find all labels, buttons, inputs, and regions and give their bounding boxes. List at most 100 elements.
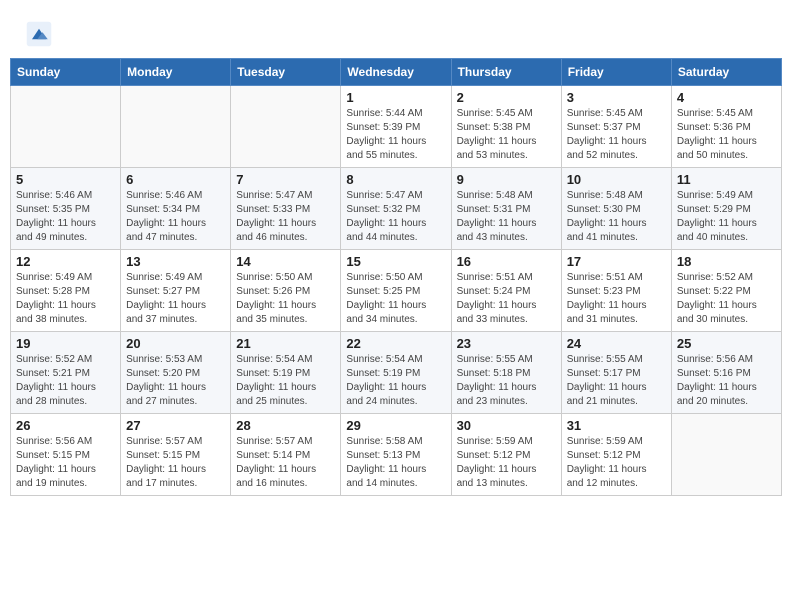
day-number: 11	[677, 172, 776, 187]
calendar-table: SundayMondayTuesdayWednesdayThursdayFrid…	[10, 58, 782, 496]
calendar-cell: 7 Sunrise: 5:47 AM Sunset: 5:33 PM Daylig…	[231, 168, 341, 250]
weekday-header: Monday	[121, 59, 231, 86]
day-info: Sunrise: 5:50 AM Sunset: 5:25 PM Dayligh…	[346, 271, 445, 327]
day-number: 31	[567, 418, 666, 433]
calendar-cell: 4 Sunrise: 5:45 AM Sunset: 5:36 PM Daylig…	[671, 86, 781, 168]
day-info: Sunrise: 5:46 AM Sunset: 5:35 PM Dayligh…	[16, 189, 115, 245]
calendar-cell: 23 Sunrise: 5:55 AM Sunset: 5:18 PM Dayli…	[451, 332, 561, 414]
calendar-cell: 21 Sunrise: 5:54 AM Sunset: 5:19 PM Dayli…	[231, 332, 341, 414]
day-number: 13	[126, 254, 225, 269]
calendar-cell: 3 Sunrise: 5:45 AM Sunset: 5:37 PM Daylig…	[561, 86, 671, 168]
calendar-cell	[671, 414, 781, 496]
day-info: Sunrise: 5:49 AM Sunset: 5:28 PM Dayligh…	[16, 271, 115, 327]
day-number: 26	[16, 418, 115, 433]
calendar-cell: 20Sunrise: 5:53 AM Sunset: 5:20 PM Dayli…	[121, 332, 231, 414]
day-number: 12	[16, 254, 115, 269]
day-number: 7	[236, 172, 335, 187]
calendar-cell: 16 Sunrise: 5:51 AM Sunset: 5:24 PM Dayli…	[451, 250, 561, 332]
calendar-cell: 28 Sunrise: 5:57 AM Sunset: 5:14 PM Dayli…	[231, 414, 341, 496]
calendar-cell: 1 Sunrise: 5:44 AM Sunset: 5:39 PM Daylig…	[341, 86, 451, 168]
day-info: Sunrise: 5:56 AM Sunset: 5:16 PM Dayligh…	[677, 353, 776, 409]
day-info: Sunrise: 5:59 AM Sunset: 5:12 PM Dayligh…	[457, 435, 556, 491]
day-info: Sunrise: 5:58 AM Sunset: 5:13 PM Dayligh…	[346, 435, 445, 491]
calendar-cell: 29 Sunrise: 5:58 AM Sunset: 5:13 PM Dayli…	[341, 414, 451, 496]
calendar-cell: 12 Sunrise: 5:49 AM Sunset: 5:28 PM Dayli…	[11, 250, 121, 332]
calendar-cell: 31 Sunrise: 5:59 AM Sunset: 5:12 PM Dayli…	[561, 414, 671, 496]
day-number: 24	[567, 336, 666, 351]
day-info: Sunrise: 5:59 AM Sunset: 5:12 PM Dayligh…	[567, 435, 666, 491]
day-info: Sunrise: 5:51 AM Sunset: 5:23 PM Dayligh…	[567, 271, 666, 327]
calendar-cell: 19 Sunrise: 5:52 AM Sunset: 5:21 PM Dayli…	[11, 332, 121, 414]
weekday-header: Thursday	[451, 59, 561, 86]
page-header	[10, 10, 782, 53]
day-number: 17	[567, 254, 666, 269]
day-info: Sunrise: 5:46 AM Sunset: 5:34 PM Dayligh…	[126, 189, 225, 245]
day-number: 1	[346, 90, 445, 105]
day-info: Sunrise: 5:49 AM Sunset: 5:29 PM Dayligh…	[677, 189, 776, 245]
day-info: Sunrise: 5:47 AM Sunset: 5:33 PM Dayligh…	[236, 189, 335, 245]
calendar-cell: 10Sunrise: 5:48 AM Sunset: 5:30 PM Dayli…	[561, 168, 671, 250]
weekday-header: Saturday	[671, 59, 781, 86]
day-number: 2	[457, 90, 556, 105]
day-info: Sunrise: 5:51 AM Sunset: 5:24 PM Dayligh…	[457, 271, 556, 327]
calendar-cell: 9 Sunrise: 5:48 AM Sunset: 5:31 PM Daylig…	[451, 168, 561, 250]
day-number: 28	[236, 418, 335, 433]
calendar-cell	[11, 86, 121, 168]
calendar-cell: 8 Sunrise: 5:47 AM Sunset: 5:32 PM Daylig…	[341, 168, 451, 250]
day-info: Sunrise: 5:55 AM Sunset: 5:18 PM Dayligh…	[457, 353, 556, 409]
day-number: 22	[346, 336, 445, 351]
day-number: 29	[346, 418, 445, 433]
calendar-cell	[121, 86, 231, 168]
day-number: 14	[236, 254, 335, 269]
day-number: 18	[677, 254, 776, 269]
day-info: Sunrise: 5:45 AM Sunset: 5:37 PM Dayligh…	[567, 107, 666, 163]
calendar-cell: 11 Sunrise: 5:49 AM Sunset: 5:29 PM Dayli…	[671, 168, 781, 250]
day-info: Sunrise: 5:45 AM Sunset: 5:36 PM Dayligh…	[677, 107, 776, 163]
day-number: 27	[126, 418, 225, 433]
calendar-cell: 24 Sunrise: 5:55 AM Sunset: 5:17 PM Dayli…	[561, 332, 671, 414]
day-number: 6	[126, 172, 225, 187]
weekday-header: Friday	[561, 59, 671, 86]
calendar-cell: 13 Sunrise: 5:49 AM Sunset: 5:27 PM Dayli…	[121, 250, 231, 332]
logo	[25, 20, 57, 48]
calendar-cell: 2 Sunrise: 5:45 AM Sunset: 5:38 PM Daylig…	[451, 86, 561, 168]
day-info: Sunrise: 5:48 AM Sunset: 5:30 PM Dayligh…	[567, 189, 666, 245]
day-info: Sunrise: 5:52 AM Sunset: 5:22 PM Dayligh…	[677, 271, 776, 327]
day-info: Sunrise: 5:47 AM Sunset: 5:32 PM Dayligh…	[346, 189, 445, 245]
day-info: Sunrise: 5:56 AM Sunset: 5:15 PM Dayligh…	[16, 435, 115, 491]
weekday-header: Tuesday	[231, 59, 341, 86]
calendar-cell: 30Sunrise: 5:59 AM Sunset: 5:12 PM Dayli…	[451, 414, 561, 496]
day-info: Sunrise: 5:55 AM Sunset: 5:17 PM Dayligh…	[567, 353, 666, 409]
day-number: 21	[236, 336, 335, 351]
calendar-cell: 26 Sunrise: 5:56 AM Sunset: 5:15 PM Dayli…	[11, 414, 121, 496]
day-number: 9	[457, 172, 556, 187]
day-number: 8	[346, 172, 445, 187]
day-info: Sunrise: 5:54 AM Sunset: 5:19 PM Dayligh…	[236, 353, 335, 409]
day-info: Sunrise: 5:53 AM Sunset: 5:20 PM Dayligh…	[126, 353, 225, 409]
day-info: Sunrise: 5:52 AM Sunset: 5:21 PM Dayligh…	[16, 353, 115, 409]
calendar-cell: 6 Sunrise: 5:46 AM Sunset: 5:34 PM Daylig…	[121, 168, 231, 250]
day-number: 4	[677, 90, 776, 105]
day-number: 19	[16, 336, 115, 351]
day-number: 16	[457, 254, 556, 269]
day-info: Sunrise: 5:54 AM Sunset: 5:19 PM Dayligh…	[346, 353, 445, 409]
calendar-cell: 17 Sunrise: 5:51 AM Sunset: 5:23 PM Dayli…	[561, 250, 671, 332]
day-number: 23	[457, 336, 556, 351]
day-info: Sunrise: 5:45 AM Sunset: 5:38 PM Dayligh…	[457, 107, 556, 163]
day-info: Sunrise: 5:44 AM Sunset: 5:39 PM Dayligh…	[346, 107, 445, 163]
day-number: 5	[16, 172, 115, 187]
day-info: Sunrise: 5:57 AM Sunset: 5:15 PM Dayligh…	[126, 435, 225, 491]
calendar-cell: 22 Sunrise: 5:54 AM Sunset: 5:19 PM Dayli…	[341, 332, 451, 414]
calendar-cell: 25 Sunrise: 5:56 AM Sunset: 5:16 PM Dayli…	[671, 332, 781, 414]
calendar-cell	[231, 86, 341, 168]
calendar-cell: 18 Sunrise: 5:52 AM Sunset: 5:22 PM Dayli…	[671, 250, 781, 332]
day-info: Sunrise: 5:48 AM Sunset: 5:31 PM Dayligh…	[457, 189, 556, 245]
weekday-header: Wednesday	[341, 59, 451, 86]
calendar-cell: 5 Sunrise: 5:46 AM Sunset: 5:35 PM Daylig…	[11, 168, 121, 250]
day-number: 25	[677, 336, 776, 351]
day-info: Sunrise: 5:57 AM Sunset: 5:14 PM Dayligh…	[236, 435, 335, 491]
calendar-cell: 15Sunrise: 5:50 AM Sunset: 5:25 PM Dayli…	[341, 250, 451, 332]
day-number: 3	[567, 90, 666, 105]
day-info: Sunrise: 5:49 AM Sunset: 5:27 PM Dayligh…	[126, 271, 225, 327]
day-info: Sunrise: 5:50 AM Sunset: 5:26 PM Dayligh…	[236, 271, 335, 327]
